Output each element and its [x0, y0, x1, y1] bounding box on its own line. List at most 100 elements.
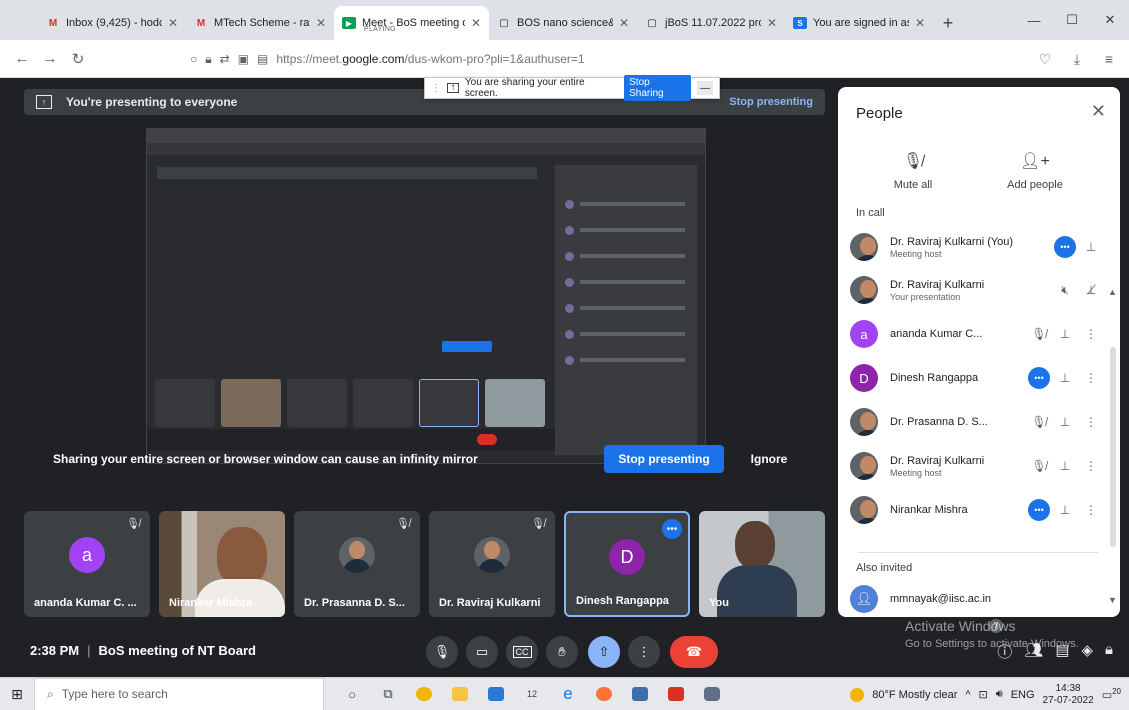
microphone-button[interactable]: 🎙︎ — [426, 636, 458, 668]
maximize-icon[interactable]: ☐ — [1053, 0, 1091, 40]
invited-row[interactable]: 👤︎ mmnayak@iisc.ac.in — [850, 579, 1102, 617]
close-icon[interactable]: ✕ — [471, 16, 481, 30]
more-vert-icon[interactable]: ⋮ — [1080, 411, 1102, 433]
tab-meet[interactable]: ▶ Meet - BoS meeting of NT PLAYING ✕ — [334, 6, 489, 40]
pin-icon[interactable]: ⊥ — [1054, 411, 1076, 433]
drag-handle[interactable]: ⋮ — [431, 83, 441, 94]
more-vert-icon[interactable]: ⋮ — [1080, 499, 1102, 521]
tab-bos-nano[interactable]: ▢ BOS nano science&technolog ✕ — [489, 6, 637, 40]
activities-icon[interactable]: ◈ — [1081, 641, 1093, 662]
url-text[interactable]: https://meet.google.com/dus-wkom-pro?pli… — [276, 52, 584, 66]
more-vert-icon[interactable]: ⋮ — [1080, 323, 1102, 345]
stop-presenting-button[interactable]: Stop presenting — [604, 445, 724, 473]
participant-row[interactable]: a ananda Kumar C... 🎙︎̸ ⊥ ⋮ — [850, 314, 1102, 354]
mic-off-icon[interactable]: 🎙︎̸ — [1028, 455, 1050, 477]
hide-bar-button[interactable]: — — [697, 81, 714, 95]
acrobat-icon[interactable] — [660, 679, 692, 709]
close-icon[interactable]: ✕ — [168, 16, 178, 30]
taskbar-clock[interactable]: 14:38 27-07-2022 — [1043, 683, 1094, 707]
participant-tile[interactable]: 🎙︎̸ Dr. Raviraj Kulkarni — [429, 511, 555, 617]
host-controls-icon[interactable]: 🔒︎ — [1105, 641, 1113, 662]
close-icon[interactable]: ✕ — [316, 16, 326, 30]
participant-tile-self[interactable]: You — [699, 511, 825, 617]
forward-icon[interactable]: → — [36, 45, 64, 73]
store-icon[interactable] — [480, 679, 512, 709]
more-vert-icon[interactable]: ⋮ — [1080, 455, 1102, 477]
cortana-icon[interactable]: ○ — [336, 679, 368, 709]
participant-row[interactable]: Nirankar Mishra ••• ⊥ ⋮ — [850, 490, 1102, 530]
mic-off-icon[interactable]: 🎙︎̸ — [1028, 323, 1050, 345]
leave-call-button[interactable]: ☎︎ — [670, 636, 718, 668]
tab-mtech-scheme[interactable]: M MTech Scheme - ravirajm ✕ — [186, 6, 334, 40]
mic-off-icon[interactable]: 🎙︎̸ — [1028, 411, 1050, 433]
pin-icon[interactable]: ⊥ — [1080, 236, 1102, 258]
participant-row[interactable]: D Dinesh Rangappa ••• ⊥ ⋮ — [850, 358, 1102, 398]
camera-app-icon[interactable] — [696, 679, 728, 709]
pin-icon[interactable]: ⊥ — [1054, 323, 1076, 345]
camera-button[interactable]: ▭ — [466, 636, 498, 668]
participant-tile[interactable]: 🎙︎̸ Dr. Prasanna D. S... — [294, 511, 420, 617]
close-icon[interactable]: ✕ — [1091, 101, 1106, 122]
scroll-down-icon[interactable]: ▼ — [1108, 595, 1117, 605]
participant-row[interactable]: Dr. Prasanna D. S... 🎙︎̸ ⊥ ⋮ — [850, 402, 1102, 442]
close-icon[interactable]: ✕ — [619, 16, 629, 30]
stop-presenting-link[interactable]: Stop presenting — [729, 96, 813, 108]
participant-tile[interactable]: 🎙︎̸ a ananda Kumar C. ... — [24, 511, 150, 617]
tab-signed-in[interactable]: S You are signed in as rmk_ ✕ — [785, 6, 933, 40]
tray-chevron-icon[interactable]: ^ — [965, 689, 970, 701]
shield-icon[interactable]: ○ — [190, 52, 197, 66]
scroll-up-icon[interactable]: ▲ — [1108, 287, 1117, 297]
scrollbar[interactable]: ▲ ▼ — [1108, 287, 1118, 607]
task-view-icon[interactable]: ⧉ — [372, 679, 404, 709]
windows-start-icon[interactable]: ⊞ — [0, 678, 34, 710]
weather-text[interactable]: 80°F Mostly clear — [872, 689, 957, 701]
captions-button[interactable]: CC — [506, 636, 538, 668]
tab-proceedings[interactable]: ▢ jBoS 11.07.2022 proceedings.p ✕ — [637, 6, 785, 40]
speaker-off-icon[interactable]: 🔇︎ — [1054, 279, 1076, 301]
pin-icon[interactable]: ⊥ — [1054, 455, 1076, 477]
reload-icon[interactable]: ↻ — [64, 45, 92, 73]
reader-icon[interactable]: ▤ — [257, 52, 268, 66]
close-icon[interactable]: ✕ — [915, 16, 925, 30]
pin-icon[interactable]: ⊥ — [1054, 499, 1076, 521]
more-options-button[interactable]: ⋮ — [628, 636, 660, 668]
back-icon[interactable]: ← — [8, 45, 36, 73]
add-people-button[interactable]: 👤︎+ Add people — [990, 151, 1080, 191]
lock-icon[interactable]: 🔒︎ — [205, 52, 211, 67]
file-explorer-icon[interactable] — [444, 679, 476, 709]
tab-inbox[interactable]: M Inbox (9,425) - hodchem ✕ — [38, 6, 186, 40]
screen-share-icon[interactable]: ▣ — [238, 52, 249, 66]
firefox-icon[interactable] — [588, 679, 620, 709]
new-tab-button[interactable]: + — [933, 6, 963, 40]
minimize-icon[interactable]: — — [1015, 0, 1053, 40]
close-window-icon[interactable]: ✕ — [1091, 0, 1129, 40]
participant-row[interactable]: Dr. Raviraj Kulkarni (You) Meeting host … — [850, 227, 1102, 267]
pin-icon[interactable]: ⊥ — [1054, 367, 1076, 389]
more-options-icon[interactable]: ••• — [1028, 367, 1050, 389]
present-button[interactable]: ⇧ — [588, 636, 620, 668]
language-indicator[interactable]: ENG — [1011, 689, 1035, 701]
pin-off-icon[interactable]: ⊥̸ — [1080, 279, 1102, 301]
downloads-icon[interactable]: ⤓ — [1065, 45, 1089, 73]
calculator-icon[interactable] — [624, 679, 656, 709]
taskbar-search[interactable]: ⌕ Type here to search — [34, 677, 324, 710]
edge-icon[interactable]: e — [552, 679, 584, 709]
more-options-icon[interactable]: ••• — [662, 519, 682, 539]
chrome-icon[interactable] — [408, 679, 440, 709]
participant-tile[interactable]: Niranker Mishra — [159, 511, 285, 617]
more-options-icon[interactable]: ••• — [1028, 499, 1050, 521]
network-icon[interactable]: ⊡ — [979, 688, 988, 701]
participant-row[interactable]: Dr. Raviraj Kulkarni Your presentation 🔇… — [850, 270, 1102, 310]
pocket-icon[interactable]: ♡ — [1033, 45, 1057, 73]
close-icon[interactable]: ✕ — [767, 16, 777, 30]
participant-row[interactable]: Dr. Raviraj Kulkarni Meeting host 🎙︎̸ ⊥ … — [850, 446, 1102, 486]
permissions-icon[interactable]: ⇄ — [220, 52, 230, 66]
speaker-icon[interactable]: 🔊︎ — [996, 688, 1003, 701]
mail-icon[interactable]: 12 — [516, 679, 548, 709]
ignore-button[interactable]: Ignore — [739, 445, 799, 473]
more-vert-icon[interactable]: ⋮ — [1080, 367, 1102, 389]
scroll-thumb[interactable] — [1110, 347, 1116, 547]
participant-tile-selected[interactable]: ••• D Dinesh Rangappa — [564, 511, 690, 617]
more-options-icon[interactable]: ••• — [1054, 236, 1076, 258]
address-bar[interactable]: ○ 🔒︎ ⇄ ▣ ▤ https://meet.google.com/dus-w… — [190, 46, 970, 72]
